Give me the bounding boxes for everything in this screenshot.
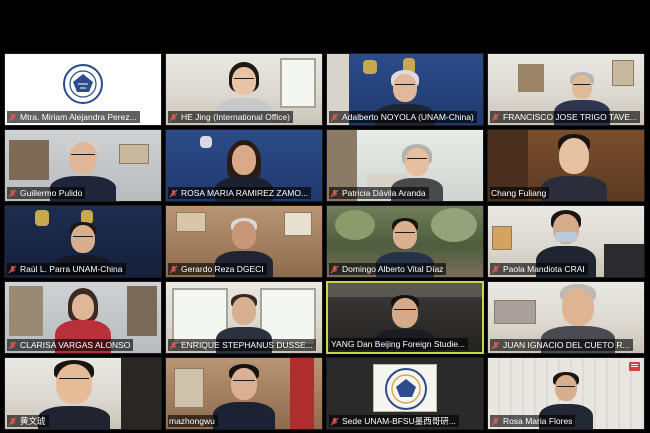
participant-label: HE Jing (International Office)	[168, 111, 293, 123]
unam-seal-logo	[63, 64, 103, 104]
muted-mic-icon	[8, 189, 17, 197]
muted-mic-icon	[169, 341, 178, 349]
participant-tile[interactable]: Patricia Dávila Aranda	[326, 129, 484, 202]
participant-tile[interactable]: Adalberto NOYOLA (UNAM-China)	[326, 53, 484, 126]
participant-label: Patricia Dávila Aranda	[329, 187, 429, 199]
participant-tile-active-speaker[interactable]: YANG Dan Beijing Foreign Studie...	[326, 281, 484, 354]
participant-label: Domingo Alberto Vital Díaz	[329, 263, 447, 275]
muted-mic-icon	[8, 341, 17, 349]
muted-mic-icon	[491, 265, 500, 273]
participant-tile[interactable]: Guillermo Pulido	[4, 129, 162, 202]
muted-mic-icon	[169, 265, 178, 273]
muted-mic-icon	[8, 265, 17, 273]
participant-tile[interactable]: Domingo Alberto Vital Díaz	[326, 205, 484, 278]
participant-label: Raúl L. Parra UNAM-China	[7, 263, 126, 275]
participant-tile[interactable]: ROSA MARIA RAMIREZ ZAMO...	[165, 129, 323, 202]
muted-mic-icon	[169, 113, 178, 121]
muted-mic-icon	[491, 417, 500, 425]
participant-label: FRANCISCO JOSE TRIGO TAVE...	[490, 111, 640, 123]
video-grid: Mtra. Miriam Alejandra Perez... HE Jing …	[3, 53, 647, 433]
participant-label: ROSA MARIA RAMIREZ ZAMO...	[168, 187, 312, 199]
muted-mic-icon	[8, 113, 17, 121]
muted-mic-icon	[330, 189, 339, 197]
participant-label: mazhongwu	[168, 415, 218, 427]
participant-tile[interactable]: CLARISA VARGAS ALONSO	[4, 281, 162, 354]
unam-seal-logo	[385, 368, 427, 410]
participant-label: YANG Dan Beijing Foreign Studie...	[330, 338, 469, 350]
participant-label: ENRIQUE STEPHANUS DUSSE...	[168, 339, 316, 351]
participant-tile[interactable]: Sede UNAM-BFSU墨西哥研...	[326, 357, 484, 430]
participant-tile[interactable]: Rosa Maria Flores	[487, 357, 645, 430]
muted-mic-icon	[491, 341, 500, 349]
participant-tile[interactable]: FRANCISCO JOSE TRIGO TAVE...	[487, 53, 645, 126]
participant-tile[interactable]: Mtra. Miriam Alejandra Perez...	[4, 53, 162, 126]
participant-tile[interactable]: 黄文琥	[4, 357, 162, 430]
participant-tile[interactable]: Chang Fuliang	[487, 129, 645, 202]
participant-label: JUAN IGNACIO DEL CUETO R...	[490, 339, 633, 351]
muted-mic-icon	[330, 265, 339, 273]
participant-label: Adalberto NOYOLA (UNAM-China)	[329, 111, 477, 123]
participant-video	[540, 130, 607, 201]
participant-video	[213, 358, 275, 429]
participant-tile[interactable]: HE Jing (International Office)	[165, 53, 323, 126]
participant-label: 黄文琥	[7, 415, 49, 427]
muted-mic-icon	[169, 189, 178, 197]
participant-tile[interactable]: Raúl L. Parra UNAM-China	[4, 205, 162, 278]
muted-mic-icon	[491, 113, 500, 121]
participant-tile[interactable]: mazhongwu	[165, 357, 323, 430]
participant-label: Guillermo Pulido	[7, 187, 86, 199]
participant-label: Sede UNAM-BFSU墨西哥研...	[329, 415, 459, 427]
muted-mic-icon	[330, 417, 339, 425]
participant-label: CLARISA VARGAS ALONSO	[7, 339, 134, 351]
participant-label: Gerardo Reza DGECI	[168, 263, 267, 275]
muted-mic-icon	[330, 113, 339, 121]
participant-tile[interactable]: Gerardo Reza DGECI	[165, 205, 323, 278]
participant-label: Paola Mandiota CRAI	[490, 263, 588, 275]
participant-label: Mtra. Miriam Alejandra Perez...	[7, 111, 140, 123]
participant-tile[interactable]: ENRIQUE STEPHANUS DUSSE...	[165, 281, 323, 354]
participant-tile[interactable]: JUAN IGNACIO DEL CUETO R...	[487, 281, 645, 354]
participant-tile[interactable]: Paola Mandiota CRAI	[487, 205, 645, 278]
participant-label: Rosa Maria Flores	[490, 415, 576, 427]
participant-label: Chang Fuliang	[490, 187, 550, 199]
muted-mic-icon	[8, 417, 17, 425]
more-options-icon[interactable]	[629, 362, 640, 371]
